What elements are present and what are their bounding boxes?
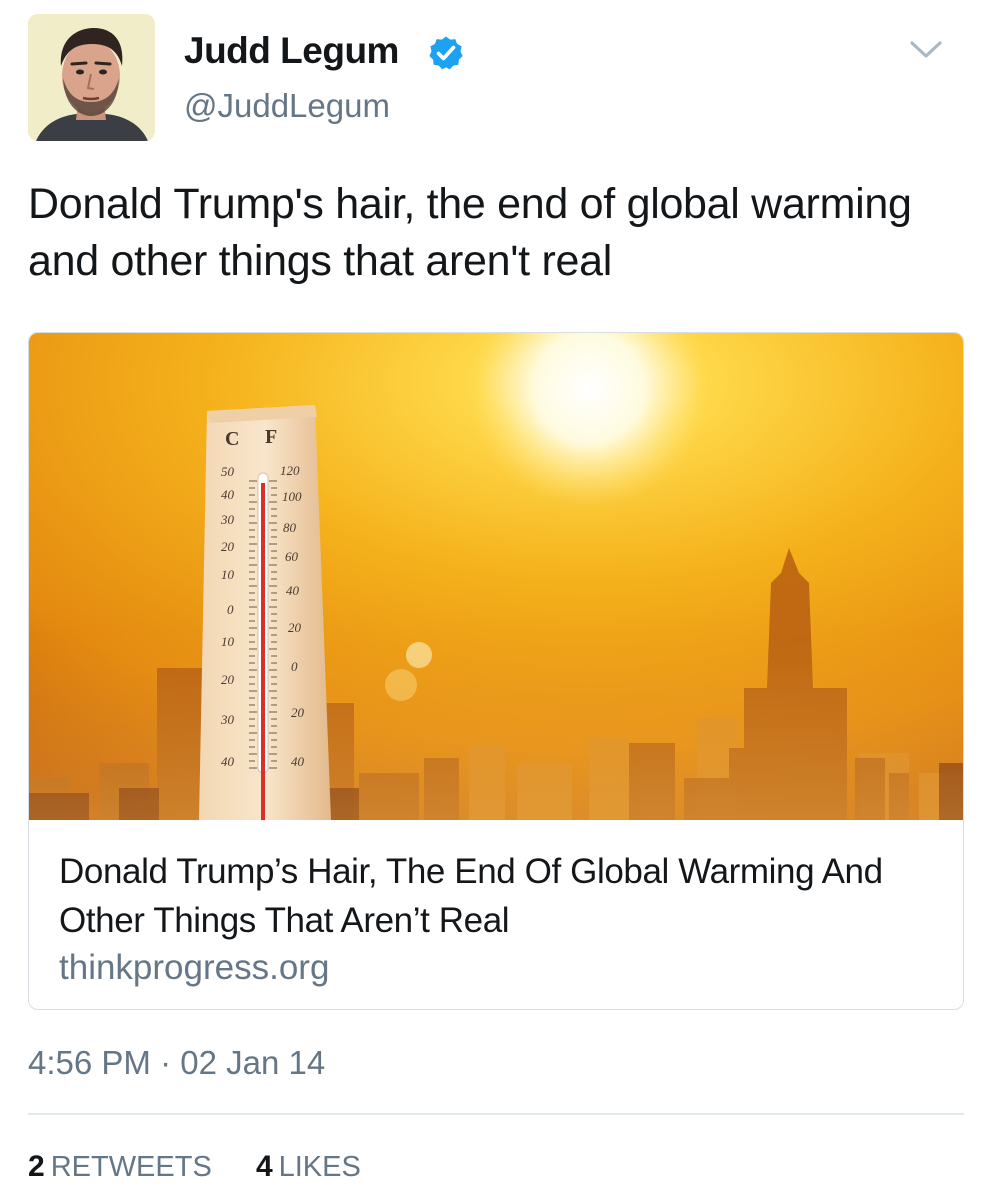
retweets-label: RETWEETS: [50, 1151, 212, 1183]
celsius-tick-label: 20: [221, 672, 235, 687]
divider: [28, 1113, 964, 1115]
fahrenheit-tick-label: 40: [291, 754, 305, 769]
likes-count: 4: [255, 1150, 273, 1183]
chevron-down-icon[interactable]: [906, 36, 946, 64]
fahrenheit-tick-label: 100: [282, 489, 302, 504]
fahrenheit-tick-label: 120: [280, 463, 300, 478]
avatar-image: [28, 14, 155, 141]
avatar[interactable]: [28, 14, 155, 141]
user-handle[interactable]: @JuddLegum: [184, 87, 390, 125]
tweet-stats: 2 RETWEETS 4 LIKES: [28, 1150, 361, 1184]
fahrenheit-tick-label: 60: [285, 549, 299, 564]
card-image: C F 50 40 30 20 10 0 10 20 30 40 120 100…: [29, 333, 963, 820]
celsius-tick-label: 40: [221, 487, 235, 502]
link-card[interactable]: C F 50 40 30 20 10 0 10 20 30 40 120 100…: [28, 332, 964, 1010]
thermometer: C F 50 40 30 20 10 0 10 20 30 40 120 100…: [199, 405, 331, 820]
celsius-tick-label: 20: [221, 539, 235, 554]
celsius-tick-label: 0: [227, 602, 234, 617]
celsius-tick-label: 50: [221, 464, 235, 479]
retweets-stat[interactable]: 2 RETWEETS: [28, 1150, 220, 1183]
celsius-tick-label: 30: [220, 712, 235, 727]
card-title[interactable]: Donald Trump’s Hair, The End Of Global W…: [59, 847, 939, 945]
celsius-tick-label: 10: [221, 567, 235, 582]
fahrenheit-tick-label: 40: [286, 583, 300, 598]
thermometer-mercury: [261, 483, 265, 820]
card-domain[interactable]: thinkprogress.org: [59, 948, 329, 988]
verified-badge-icon: [429, 36, 463, 70]
tweet-text: Donald Trump's hair, the end of global w…: [28, 180, 912, 285]
likes-label: LIKES: [278, 1151, 361, 1183]
celsius-tick-label: 40: [221, 754, 235, 769]
fahrenheit-tick-label: 20: [288, 620, 302, 635]
fahrenheit-tick-label: 20: [291, 705, 305, 720]
celsius-tick-label: 30: [220, 512, 235, 527]
thermometer-unit-fahrenheit: F: [265, 426, 277, 448]
celsius-tick-label: 10: [221, 634, 235, 649]
likes-stat[interactable]: 4 LIKES: [255, 1150, 361, 1183]
fahrenheit-tick-label: 80: [283, 520, 297, 535]
tweet-header: Judd Legum @JuddLegum: [0, 0, 993, 160]
tweet-timestamp[interactable]: 4:56 PM · 02 Jan 14: [28, 1044, 325, 1082]
retweets-count: 2: [28, 1150, 45, 1183]
display-name[interactable]: Judd Legum: [184, 30, 399, 72]
thermometer-unit-celsius: C: [225, 428, 239, 450]
fahrenheit-tick-label: 0: [291, 659, 298, 674]
